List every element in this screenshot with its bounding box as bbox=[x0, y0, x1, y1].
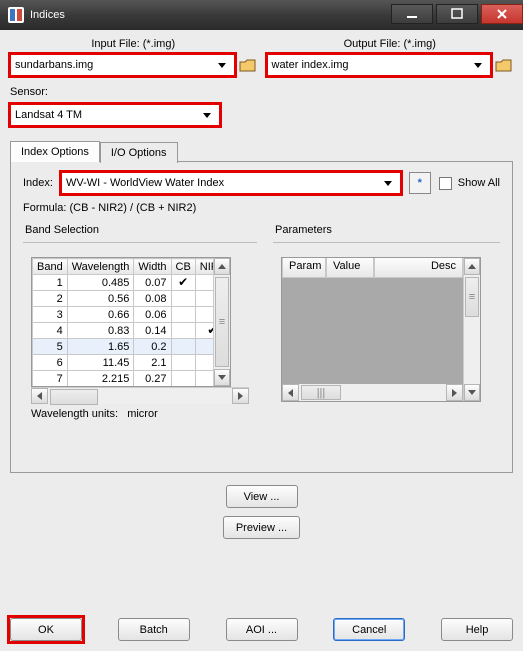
parameters-empty-area bbox=[282, 278, 463, 384]
aoi-button[interactable]: AOI ... bbox=[226, 618, 298, 641]
scroll-thumb-icon[interactable]: ||| bbox=[301, 385, 341, 400]
param-vscroll[interactable]: ≡ bbox=[463, 258, 480, 401]
asterisk-button[interactable]: * bbox=[409, 172, 431, 194]
col-cb[interactable]: CB bbox=[171, 259, 195, 275]
index-value: WV-WI - WorldView Water Index bbox=[66, 177, 224, 189]
window-controls bbox=[391, 6, 523, 24]
show-all-checkbox[interactable]: Show All bbox=[439, 177, 500, 190]
sensor-combo[interactable]: Landsat 4 TM bbox=[10, 104, 220, 126]
scroll-left-icon[interactable] bbox=[282, 384, 299, 401]
cancel-button[interactable]: Cancel bbox=[333, 618, 405, 641]
output-file-combo[interactable]: water index.img bbox=[267, 54, 492, 76]
scroll-up-icon[interactable] bbox=[464, 258, 480, 275]
input-file-label: Input File: (*.img) bbox=[91, 38, 175, 50]
tab-body: Index: WV-WI - WorldView Water Index * S… bbox=[10, 161, 513, 473]
show-all-label: Show All bbox=[458, 177, 500, 189]
chevron-down-icon bbox=[199, 107, 215, 123]
preview-button[interactable]: Preview ... bbox=[223, 516, 300, 539]
table-row[interactable]: 51.650.2 bbox=[33, 339, 214, 355]
tab-index-options[interactable]: Index Options bbox=[10, 141, 100, 162]
maximize-button[interactable] bbox=[436, 4, 478, 24]
band-vscroll[interactable]: ≡ bbox=[213, 258, 230, 386]
param-hscroll[interactable]: ||| bbox=[282, 384, 463, 401]
index-label: Index: bbox=[23, 177, 53, 189]
scroll-thumb-icon[interactable] bbox=[50, 389, 98, 405]
minimize-button[interactable] bbox=[391, 4, 433, 24]
formula-label: Formula: bbox=[23, 202, 66, 214]
col-width[interactable]: Width bbox=[134, 259, 171, 275]
window-title: Indices bbox=[30, 9, 65, 21]
output-browse-button[interactable] bbox=[495, 56, 513, 74]
chevron-down-icon bbox=[380, 175, 396, 191]
col-band[interactable]: Band bbox=[33, 259, 68, 275]
scroll-down-icon[interactable] bbox=[214, 369, 230, 386]
scroll-thumb-icon[interactable]: ≡ bbox=[465, 277, 479, 317]
col-desc[interactable]: Desc bbox=[374, 258, 463, 278]
col-wavelength[interactable]: Wavelength bbox=[67, 259, 134, 275]
sensor-value: Landsat 4 TM bbox=[15, 109, 82, 121]
table-row[interactable]: 30.660.06 bbox=[33, 307, 214, 323]
input-file-value: sundarbans.img bbox=[15, 59, 93, 71]
checkbox-icon bbox=[439, 177, 452, 190]
col-value[interactable]: Value bbox=[326, 258, 374, 278]
input-browse-button[interactable] bbox=[239, 56, 257, 74]
ok-button[interactable]: OK bbox=[10, 618, 82, 641]
view-button[interactable]: View ... bbox=[226, 485, 298, 508]
scroll-down-icon[interactable] bbox=[464, 384, 480, 401]
input-file-combo[interactable]: sundarbans.img bbox=[10, 54, 235, 76]
band-hscroll[interactable] bbox=[31, 387, 249, 404]
close-button[interactable] bbox=[481, 4, 523, 24]
app-icon bbox=[8, 7, 24, 23]
scroll-thumb-icon[interactable]: ≡ bbox=[215, 277, 229, 367]
batch-button[interactable]: Batch bbox=[118, 618, 190, 641]
formula-row: Formula: (CB - NIR2) / (CB + NIR2) bbox=[23, 202, 500, 214]
chevron-down-icon bbox=[214, 57, 230, 73]
band-selection-title: Band Selection bbox=[23, 224, 257, 240]
scroll-right-icon[interactable] bbox=[446, 384, 463, 401]
table-row[interactable]: 611.452.1 bbox=[33, 355, 214, 371]
parameters-title: Parameters bbox=[273, 224, 500, 240]
scroll-left-icon[interactable] bbox=[31, 388, 48, 404]
formula-value: (CB - NIR2) / (CB + NIR2) bbox=[69, 202, 196, 214]
col-nir2[interactable]: NIR2 bbox=[195, 259, 213, 275]
parameters-table[interactable]: Param Value Desc ||| bbox=[281, 257, 481, 402]
table-row[interactable]: 10.4850.07✔ bbox=[33, 275, 214, 291]
scroll-right-icon[interactable] bbox=[232, 388, 249, 404]
table-row[interactable]: 72.2150.27 bbox=[33, 371, 214, 387]
sensor-label: Sensor: bbox=[10, 86, 513, 98]
tab-io-options[interactable]: I/O Options bbox=[100, 142, 178, 163]
titlebar: Indices bbox=[0, 0, 523, 30]
chevron-down-icon bbox=[470, 57, 486, 73]
table-row[interactable]: 40.830.14✔ bbox=[33, 323, 214, 339]
tabstrip: Index Options I/O Options bbox=[10, 140, 513, 161]
band-table[interactable]: Band Wavelength Width CB NIR2 10.4850.07… bbox=[31, 257, 231, 387]
output-file-value: water index.img bbox=[272, 59, 349, 71]
output-file-label: Output File: (*.img) bbox=[344, 38, 436, 50]
col-param[interactable]: Param bbox=[282, 258, 326, 278]
wavelength-units: Wavelength units: micror bbox=[31, 408, 249, 420]
help-button[interactable]: Help bbox=[441, 618, 513, 641]
scroll-up-icon[interactable] bbox=[214, 258, 230, 275]
table-row[interactable]: 20.560.08 bbox=[33, 291, 214, 307]
index-combo[interactable]: WV-WI - WorldView Water Index bbox=[61, 172, 401, 194]
